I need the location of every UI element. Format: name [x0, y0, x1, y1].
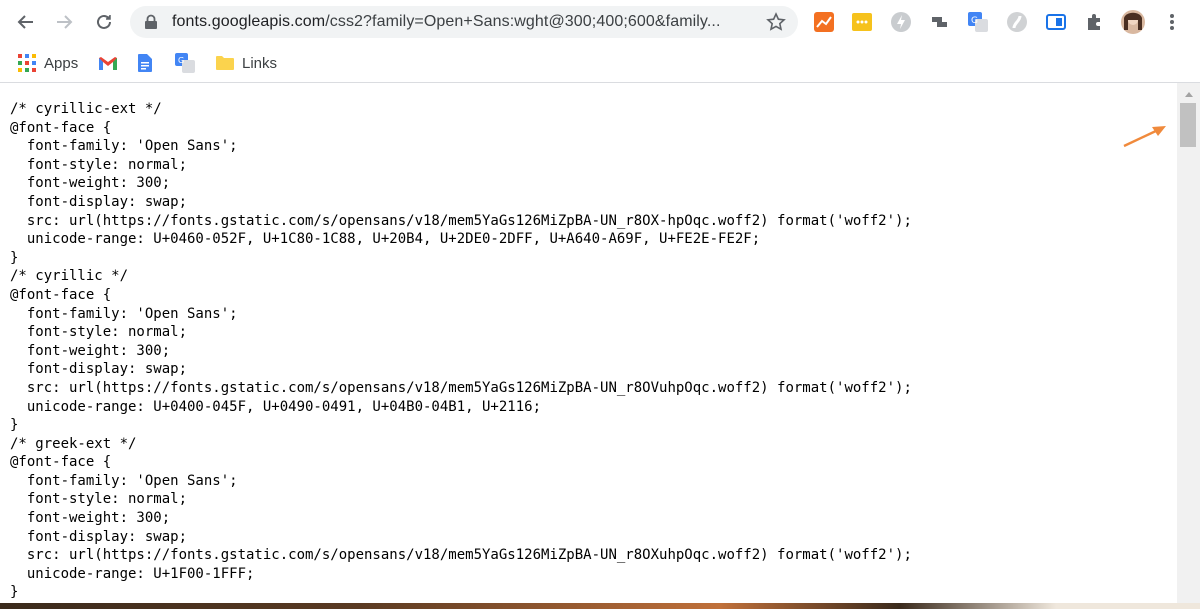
menu-button[interactable] — [1160, 10, 1184, 34]
apps-grid-icon — [18, 54, 36, 72]
code-line: font-family: 'Open Sans'; — [10, 138, 238, 155]
star-icon[interactable] — [766, 12, 786, 32]
more-vert-icon — [1170, 14, 1174, 30]
code-line: font-weight: 300; — [10, 342, 171, 359]
pin-tool-icon[interactable] — [927, 10, 951, 34]
code-line: font-display: swap; — [10, 193, 188, 210]
code-line: src: url(https://fonts.gstatic.com/s/ope… — [10, 212, 912, 229]
code-line: } — [10, 417, 19, 434]
scroll-up-button[interactable] — [1177, 87, 1200, 101]
page-content: /* cyrillic-ext */ @font-face { font-fami… — [0, 83, 1177, 603]
svg-text:G: G — [178, 56, 184, 65]
code-line: /* cyrillic */ — [10, 268, 129, 285]
scrollbar-thumb[interactable] — [1180, 103, 1196, 147]
bookmark-apps-label: Apps — [44, 54, 79, 72]
bookmark-translate[interactable]: G — [175, 50, 195, 76]
annotation-arrow-icon — [1123, 126, 1166, 148]
extension-icon[interactable] — [1005, 10, 1029, 34]
trend-chart-icon[interactable] — [812, 10, 836, 34]
bookmark-apps[interactable]: Apps — [18, 50, 78, 76]
google-translate-icon[interactable]: G — [966, 10, 990, 34]
bookmark-folder-links[interactable]: Links — [216, 50, 277, 76]
code-line: @font-face { — [10, 119, 112, 136]
code-line: /* greek-ext */ — [10, 435, 137, 452]
bookmark-links-label: Links — [242, 54, 278, 72]
background-wallpaper-strip — [0, 603, 1200, 609]
reload-icon — [97, 14, 111, 29]
code-line: /* cyrillic-ext */ — [10, 101, 162, 117]
arrow-left-icon — [17, 15, 33, 29]
bookmark-docs[interactable] — [138, 50, 152, 76]
google-docs-icon — [138, 54, 152, 72]
gmail-icon — [99, 57, 117, 70]
vertical-scrollbar[interactable] — [1177, 83, 1200, 603]
url-host: fonts.googleapis.com — [172, 13, 326, 30]
puzzle-icon[interactable] — [1083, 10, 1107, 34]
folder-icon — [216, 56, 234, 70]
forward-button[interactable] — [48, 6, 80, 38]
lock-icon[interactable] — [144, 14, 158, 30]
google-translate-icon: G — [175, 53, 195, 73]
code-line: font-display: swap; — [10, 528, 188, 545]
code-line: @font-face { — [10, 454, 112, 471]
bolt-icon[interactable] — [889, 10, 913, 34]
code-line: unicode-range: U+0460-052F, U+1C80-1C88,… — [10, 231, 761, 248]
css-source: /* cyrillic-ext */ @font-face { font-fami… — [10, 100, 912, 602]
note-icon[interactable] — [850, 10, 874, 34]
arrow-right-icon — [57, 15, 73, 29]
bookmark-gmail[interactable] — [98, 50, 118, 76]
code-line: unicode-range: U+1F00-1FFF; — [10, 565, 255, 582]
code-line: font-style: normal; — [10, 324, 188, 341]
svg-text:G: G — [971, 16, 978, 26]
code-line: } — [10, 584, 19, 601]
code-line: } — [10, 249, 19, 266]
code-line: font-weight: 300; — [10, 510, 171, 527]
back-button[interactable] — [10, 6, 42, 38]
code-line: unicode-range: U+0400-045F, U+0490-0491,… — [10, 398, 542, 415]
code-line: font-style: normal; — [10, 156, 188, 173]
address-bar[interactable]: fonts.googleapis.com/css2?family=Open+Sa… — [130, 6, 798, 38]
code-line: font-weight: 300; — [10, 175, 171, 192]
code-line: font-family: 'Open Sans'; — [10, 305, 238, 322]
code-line: font-family: 'Open Sans'; — [10, 472, 238, 489]
code-line: font-style: normal; — [10, 491, 188, 508]
code-line: src: url(https://fonts.gstatic.com/s/ope… — [10, 547, 912, 564]
code-line: font-display: swap; — [10, 361, 188, 378]
bookmark-tag-icon[interactable] — [1044, 10, 1068, 34]
code-line: src: url(https://fonts.gstatic.com/s/ope… — [10, 379, 912, 396]
browser-toolbar: fonts.googleapis.com/css2?family=Open+Sa… — [0, 0, 1200, 44]
url-text[interactable]: fonts.googleapis.com/css2?family=Open+Sa… — [172, 13, 752, 31]
caret-up-icon — [1184, 92, 1193, 97]
url-path: /css2?family=Open+Sans:wght@300;400;600&… — [325, 13, 721, 30]
profile-avatar[interactable] — [1121, 10, 1145, 34]
code-line: @font-face { — [10, 286, 112, 303]
reload-button[interactable] — [88, 6, 120, 38]
bookmarks-bar: Apps G Links — [0, 44, 1200, 83]
